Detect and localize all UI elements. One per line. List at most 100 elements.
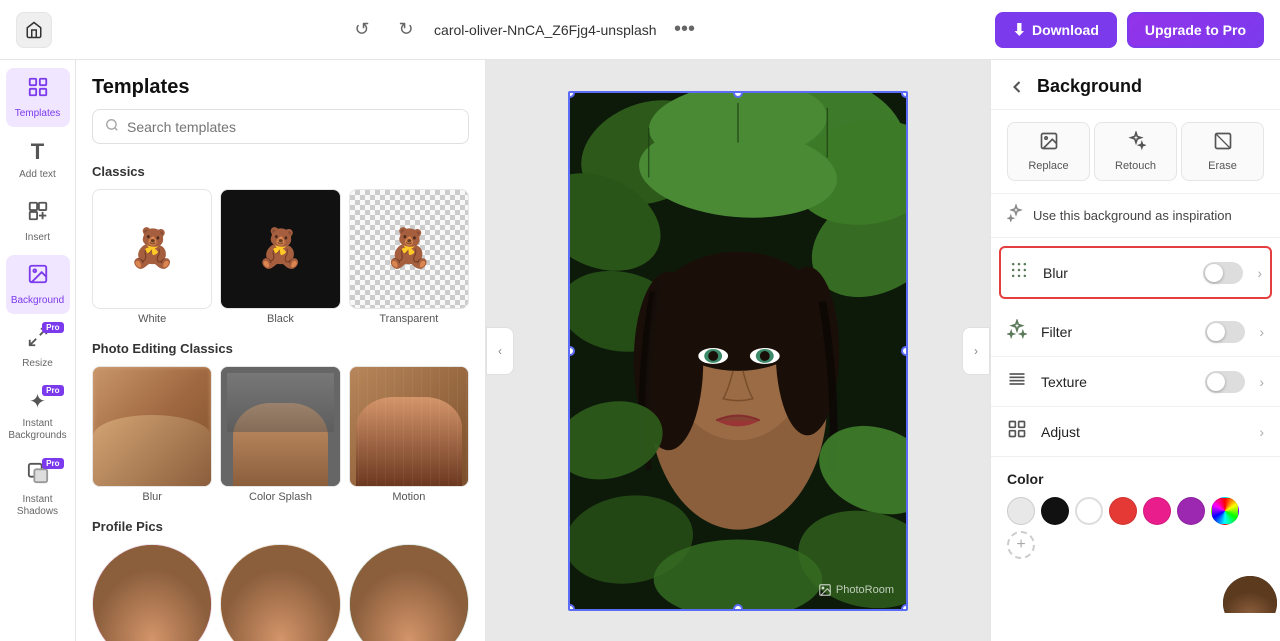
template-item-color-splash[interactable]: Color Splash — [220, 366, 340, 502]
download-button[interactable]: ⬇ Download — [995, 12, 1117, 48]
texture-label: Texture — [1041, 374, 1195, 390]
undo-button[interactable]: ↺ — [346, 14, 378, 46]
inspiration-row[interactable]: Use this background as inspiration — [991, 194, 1280, 238]
redo-button[interactable]: ↻ — [390, 14, 422, 46]
swatch-pink[interactable] — [1143, 497, 1171, 525]
sidebar-item-templates[interactable]: Templates — [6, 68, 70, 127]
topbar-right: ⬇ Download Upgrade to Pro — [995, 12, 1264, 48]
sidebar-insert-label: Insert — [25, 232, 50, 243]
blur-icon — [1009, 260, 1033, 285]
sidebar-item-text[interactable]: T Add text — [6, 131, 70, 188]
handle-top-right[interactable] — [901, 91, 908, 98]
template-name-color-splash: Color Splash — [249, 491, 312, 503]
background-icon — [27, 263, 49, 291]
color-label: Color — [1007, 471, 1264, 487]
bottom-avatar — [1220, 573, 1280, 613]
template-item-black[interactable]: 🧸 Black — [220, 189, 340, 325]
sidebar-item-resize[interactable]: Pro Resize — [6, 318, 70, 377]
texture-feature-row[interactable]: Texture › — [991, 357, 1280, 407]
back-button[interactable] — [1007, 77, 1027, 97]
swatch-red[interactable] — [1109, 497, 1137, 525]
sidebar-item-insert[interactable]: Insert — [6, 192, 70, 251]
tool-replace[interactable]: Replace — [1007, 122, 1090, 181]
teddy-white: 🧸 — [129, 227, 176, 271]
canvas-toggle-right[interactable]: › — [962, 327, 990, 375]
sidebar-item-instant-shadows[interactable]: Pro InstantShadows — [6, 454, 70, 526]
sidebar-templates-label: Templates — [15, 108, 61, 119]
main-layout: Templates T Add text Insert — [0, 60, 1280, 641]
filter-label: Filter — [1041, 324, 1195, 340]
bottom-area — [991, 573, 1280, 613]
right-panel-header: Background — [991, 60, 1280, 110]
template-item-transparent[interactable]: 🧸 Transparent — [349, 189, 469, 325]
canvas-toggle-left[interactable]: ‹ — [486, 327, 514, 375]
template-item-profile-3[interactable] — [349, 544, 469, 641]
search-box[interactable] — [92, 109, 469, 144]
filter-feature-row[interactable]: Filter › — [991, 307, 1280, 357]
sidebar-item-instant-backgrounds[interactable]: Pro ✦ InstantBackgrounds — [6, 381, 70, 450]
filename-label: carol-oliver-NnCA_Z6Fjg4-unsplash — [434, 22, 657, 38]
photo-editing-section-title: Photo Editing Classics — [92, 341, 469, 356]
template-name-blur: Blur — [142, 491, 162, 503]
adjust-label: Adjust — [1041, 424, 1245, 440]
profile-pics-section-title: Profile Pics — [92, 519, 469, 534]
pro-badge-resize: Pro — [42, 322, 63, 333]
template-thumb-color-splash — [220, 366, 340, 486]
swatch-white[interactable] — [1075, 497, 1103, 525]
sidebar-background-label: Background — [11, 295, 64, 306]
retouch-icon — [1126, 131, 1146, 156]
teddy-transparent: 🧸 — [385, 227, 432, 271]
templates-icon — [27, 76, 49, 104]
template-thumb-white: 🧸 — [92, 189, 212, 309]
swatch-black[interactable] — [1041, 497, 1069, 525]
blur-feature-container: Blur › — [999, 246, 1272, 299]
topbar: ↺ ↻ carol-oliver-NnCA_Z6Fjg4-unsplash ••… — [0, 0, 1280, 60]
swatch-rainbow[interactable] — [1211, 497, 1239, 525]
right-panel-title: Background — [1037, 76, 1142, 97]
template-thumb-transparent: 🧸 — [349, 189, 469, 309]
template-item-white[interactable]: 🧸 White — [92, 189, 212, 325]
blur-feature-row[interactable]: Blur › — [1001, 248, 1270, 297]
adjust-feature-row[interactable]: Adjust › — [991, 407, 1280, 457]
swatch-purple[interactable] — [1177, 497, 1205, 525]
template-item-blur[interactable]: Blur — [92, 366, 212, 502]
texture-toggle[interactable] — [1205, 371, 1245, 393]
texture-chevron: › — [1259, 374, 1264, 390]
handle-bottom-right[interactable] — [901, 604, 908, 611]
template-thumb-blur — [92, 366, 212, 486]
sidebar-item-background[interactable]: Background — [6, 255, 70, 314]
tool-buttons: Replace Retouch Erase — [991, 110, 1280, 194]
template-item-motion[interactable]: Motion — [349, 366, 469, 502]
replace-icon — [1039, 131, 1059, 156]
watermark: PhotoRoom — [818, 583, 894, 597]
search-input[interactable] — [127, 119, 456, 135]
retouch-label: Retouch — [1115, 160, 1156, 172]
texture-icon — [1007, 369, 1031, 394]
home-button[interactable] — [16, 12, 52, 48]
tool-erase[interactable]: Erase — [1181, 122, 1264, 181]
filter-toggle[interactable] — [1205, 321, 1245, 343]
color-section: Color + — [991, 457, 1280, 573]
blur-chevron: › — [1257, 265, 1262, 281]
tool-retouch[interactable]: Retouch — [1094, 122, 1177, 181]
template-item-profile-1[interactable] — [92, 544, 212, 641]
template-name-white: White — [138, 313, 166, 325]
teddy-black: 🧸 — [257, 227, 304, 271]
template-thumb-profile-1 — [92, 544, 212, 641]
portrait-svg — [570, 93, 906, 609]
sidebar-ibg-label: InstantBackgrounds — [8, 418, 66, 442]
template-thumb-profile-3 — [349, 544, 469, 641]
sidebar-text-label: Add text — [19, 169, 56, 180]
handle-middle-right[interactable] — [901, 346, 908, 356]
swatch-add-button[interactable]: + — [1007, 531, 1035, 559]
blur-toggle[interactable] — [1203, 262, 1243, 284]
templates-scroll: Classics 🧸 White 🧸 Black 🧸 — [76, 156, 485, 641]
color-swatches: + — [1007, 497, 1264, 559]
template-thumb-black: 🧸 — [220, 189, 340, 309]
swatch-light[interactable] — [1007, 497, 1035, 525]
canvas-image-inner: PhotoRoom — [570, 93, 906, 609]
template-item-profile-2[interactable] — [220, 544, 340, 641]
more-options-button[interactable]: ••• — [669, 14, 701, 46]
upgrade-button[interactable]: Upgrade to Pro — [1127, 12, 1264, 48]
handle-bottom-middle[interactable] — [733, 604, 743, 611]
